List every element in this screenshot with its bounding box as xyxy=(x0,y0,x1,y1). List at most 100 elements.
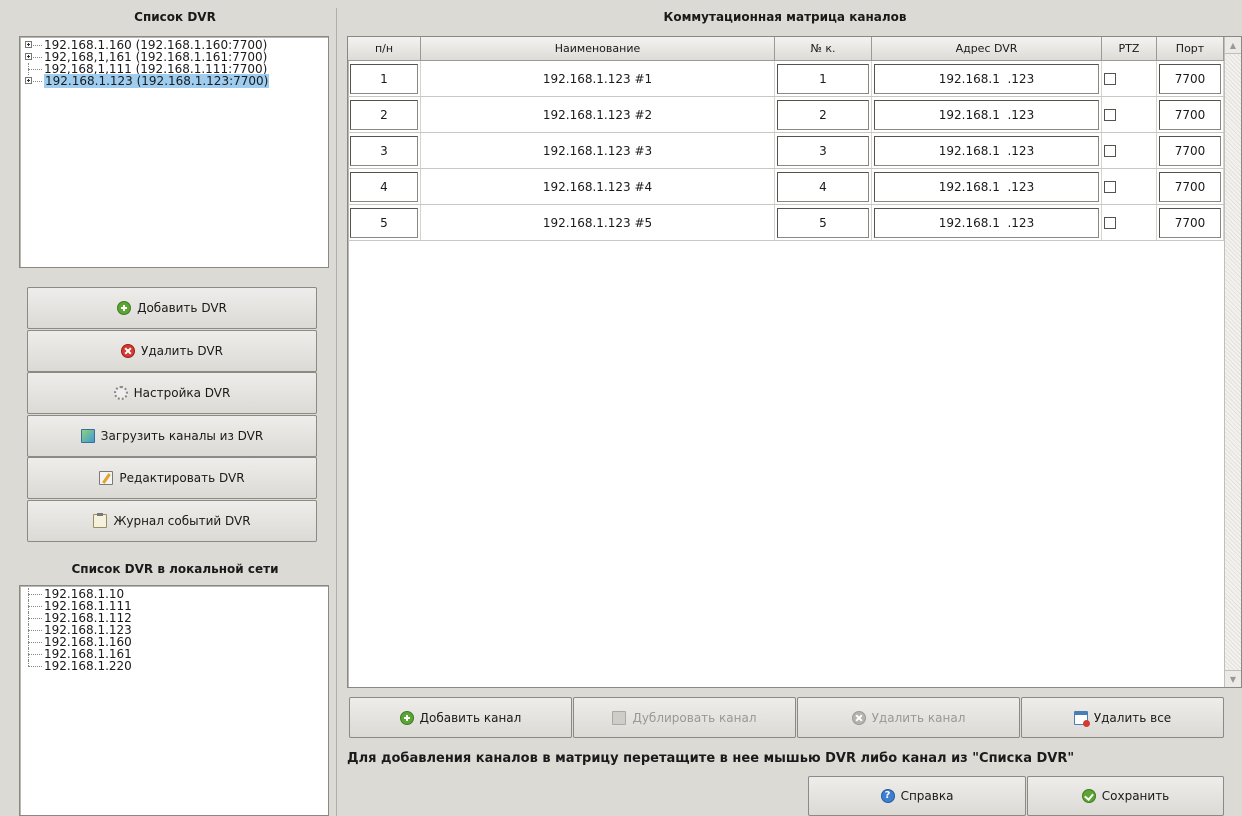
delete-all-button[interactable]: Удалить все xyxy=(1021,697,1224,738)
cell-num-editor[interactable]: 2 xyxy=(350,99,418,130)
cell-num-editor[interactable]: 1 xyxy=(350,63,418,94)
cell-num[interactable]: 5 xyxy=(348,205,421,240)
local-dvr-list[interactable]: 192.168.1.10 192.168.1.111 192.168.1.112 19… xyxy=(19,585,329,816)
cell-port[interactable]: 7700 xyxy=(1157,97,1224,132)
cell-address[interactable]: 192.168.1 .123 xyxy=(872,133,1102,168)
add-channel-button[interactable]: Добавить канал xyxy=(349,697,572,738)
dvr-settings-button[interactable]: Настройка DVR xyxy=(27,372,317,414)
ptz-checkbox[interactable] xyxy=(1104,72,1116,85)
duplicate-channel-button[interactable]: Дублировать канал xyxy=(573,697,796,738)
cell-port-editor[interactable]: 7700 xyxy=(1159,171,1221,202)
cell-port-editor[interactable]: 7700 xyxy=(1159,99,1221,130)
cell-name[interactable]: 192.168.1.123 #4 xyxy=(421,169,775,204)
ptz-checkbox[interactable] xyxy=(1104,144,1116,157)
cell-num-value[interactable]: 3 xyxy=(380,144,388,158)
cell-address-value[interactable]: 192.168.1 .123 xyxy=(939,216,1034,230)
cell-channel-value[interactable]: 2 xyxy=(819,108,827,122)
table-row[interactable]: 5 192.168.1.123 #5 5 192.168.1 .123 7700 xyxy=(348,205,1241,241)
cell-address-value[interactable]: 192.168.1 .123 xyxy=(939,72,1034,86)
cell-address-value[interactable]: 192.168.1 .123 xyxy=(939,144,1034,158)
cell-port[interactable]: 7700 xyxy=(1157,133,1224,168)
scroll-up-icon[interactable]: ▲ xyxy=(1225,37,1241,54)
cell-channel-value[interactable]: 5 xyxy=(819,216,827,230)
expand-icon[interactable] xyxy=(24,51,42,63)
save-button[interactable]: Сохранить xyxy=(1027,776,1224,816)
cell-num[interactable]: 3 xyxy=(348,133,421,168)
col-address[interactable]: Адрес DVR xyxy=(872,37,1102,61)
table-row[interactable]: 1 192.168.1.123 #1 1 192.168.1 .123 7700 xyxy=(348,61,1241,97)
cell-port-value[interactable]: 7700 xyxy=(1175,216,1206,230)
cell-ptz[interactable] xyxy=(1102,97,1157,132)
col-port[interactable]: Порт xyxy=(1157,37,1224,61)
help-button[interactable]: ? Справка xyxy=(808,776,1026,816)
ptz-checkbox[interactable] xyxy=(1104,108,1116,121)
cell-ptz[interactable] xyxy=(1102,169,1157,204)
cell-port[interactable]: 7700 xyxy=(1157,169,1224,204)
cell-channel-value[interactable]: 3 xyxy=(819,144,827,158)
delete-channel-button[interactable]: Удалить канал xyxy=(797,697,1020,738)
add-dvr-button[interactable]: Добавить DVR xyxy=(27,287,317,329)
cell-num[interactable]: 1 xyxy=(348,61,421,96)
cell-name[interactable]: 192.168.1.123 #1 xyxy=(421,61,775,96)
cell-num-editor[interactable]: 3 xyxy=(350,135,418,166)
cell-address[interactable]: 192.168.1 .123 xyxy=(872,97,1102,132)
cell-num-value[interactable]: 1 xyxy=(380,72,388,86)
table-row[interactable]: 4 192.168.1.123 #4 4 192.168.1 .123 7700 xyxy=(348,169,1241,205)
cell-channel-editor[interactable]: 4 xyxy=(777,171,869,202)
edit-dvr-button[interactable]: Редактировать DVR xyxy=(27,457,317,499)
col-ptz[interactable]: PTZ xyxy=(1102,37,1157,61)
cell-port-value[interactable]: 7700 xyxy=(1175,144,1206,158)
cell-channel-editor[interactable]: 1 xyxy=(777,63,869,94)
cell-address[interactable]: 192.168.1 .123 xyxy=(872,205,1102,240)
delete-dvr-button[interactable]: Удалить DVR xyxy=(27,330,317,372)
cell-address-value[interactable]: 192.168.1 .123 xyxy=(939,108,1034,122)
load-channels-button[interactable]: Загрузить каналы из DVR xyxy=(27,415,317,457)
cell-channel[interactable]: 5 xyxy=(775,205,872,240)
cell-num-value[interactable]: 2 xyxy=(380,108,388,122)
local-dvr-item[interactable]: 192.168.1.220 xyxy=(24,660,328,672)
cell-address-editor[interactable]: 192.168.1 .123 xyxy=(874,99,1099,130)
ptz-checkbox[interactable] xyxy=(1104,216,1116,229)
cell-ptz[interactable] xyxy=(1102,133,1157,168)
cell-name[interactable]: 192.168.1.123 #5 xyxy=(421,205,775,240)
cell-port-editor[interactable]: 7700 xyxy=(1159,135,1221,166)
expand-icon[interactable] xyxy=(24,39,42,51)
cell-address-value[interactable]: 192.168.1 .123 xyxy=(939,180,1034,194)
ptz-checkbox[interactable] xyxy=(1104,180,1116,193)
cell-port-value[interactable]: 7700 xyxy=(1175,180,1206,194)
cell-port-editor[interactable]: 7700 xyxy=(1159,207,1221,238)
cell-address-editor[interactable]: 192.168.1 .123 xyxy=(874,63,1099,94)
cell-name[interactable]: 192.168.1.123 #3 xyxy=(421,133,775,168)
cell-address-editor[interactable]: 192.168.1 .123 xyxy=(874,207,1099,238)
cell-port-value[interactable]: 7700 xyxy=(1175,108,1206,122)
vertical-scrollbar[interactable]: ▲ ▼ xyxy=(1224,37,1241,687)
event-log-button[interactable]: Журнал событий DVR xyxy=(27,500,317,542)
col-num[interactable]: п/н xyxy=(348,37,421,61)
cell-num-editor[interactable]: 5 xyxy=(350,207,418,238)
cell-channel[interactable]: 3 xyxy=(775,133,872,168)
cell-num-value[interactable]: 4 xyxy=(380,180,388,194)
cell-channel[interactable]: 2 xyxy=(775,97,872,132)
cell-address[interactable]: 192.168.1 .123 xyxy=(872,169,1102,204)
cell-address[interactable]: 192.168.1 .123 xyxy=(872,61,1102,96)
cell-channel[interactable]: 4 xyxy=(775,169,872,204)
col-name[interactable]: Наименование xyxy=(421,37,775,61)
channel-matrix-table[interactable]: п/н Наименование № к. Адрес DVR PTZ Порт… xyxy=(347,36,1242,688)
expand-icon[interactable] xyxy=(24,75,42,87)
cell-channel-editor[interactable]: 5 xyxy=(777,207,869,238)
cell-num[interactable]: 4 xyxy=(348,169,421,204)
cell-port[interactable]: 7700 xyxy=(1157,205,1224,240)
cell-channel[interactable]: 1 xyxy=(775,61,872,96)
cell-num-value[interactable]: 5 xyxy=(380,216,388,230)
cell-num-editor[interactable]: 4 xyxy=(350,171,418,202)
cell-address-editor[interactable]: 192.168.1 .123 xyxy=(874,135,1099,166)
scroll-down-icon[interactable]: ▼ xyxy=(1225,670,1241,687)
cell-port[interactable]: 7700 xyxy=(1157,61,1224,96)
dvr-tree-item[interactable]: 192.168.1.123 (192.168.1.123:7700) xyxy=(24,74,328,88)
col-channel[interactable]: № к. xyxy=(775,37,872,61)
cell-address-editor[interactable]: 192.168.1 .123 xyxy=(874,171,1099,202)
cell-port-value[interactable]: 7700 xyxy=(1175,72,1206,86)
cell-ptz[interactable] xyxy=(1102,205,1157,240)
cell-channel-value[interactable]: 1 xyxy=(819,72,827,86)
table-row[interactable]: 3 192.168.1.123 #3 3 192.168.1 .123 7700 xyxy=(348,133,1241,169)
